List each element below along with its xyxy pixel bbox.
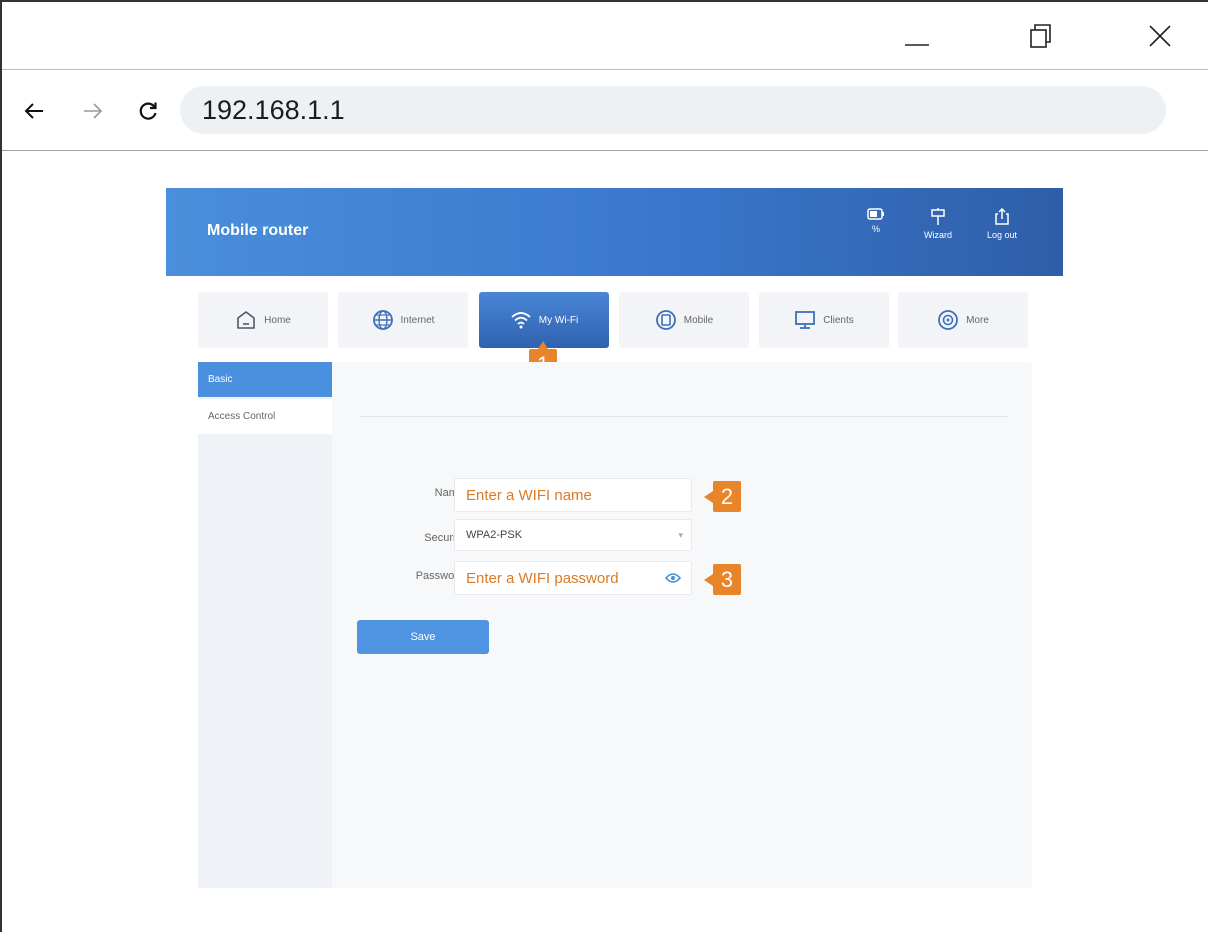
wifi-name-input[interactable]: Enter a WIFI name	[454, 478, 692, 512]
tab-more[interactable]: More	[898, 292, 1028, 348]
wizard-button[interactable]: Wizard	[916, 208, 960, 240]
password-placeholder: Enter a WIFI password	[466, 569, 619, 587]
more-icon	[938, 310, 958, 330]
browser-window: 192.168.1.1 Mobile router % Wizard Log o…	[0, 0, 1208, 932]
wizard-label: Wizard	[923, 230, 952, 240]
tab-home[interactable]: Home	[198, 292, 328, 348]
security-select[interactable]: WPA2-PSK ▾	[454, 519, 692, 551]
wizard-icon	[931, 208, 945, 225]
main-tabs: Home Internet My Wi-Fi Mobile Clients Mo…	[198, 292, 1032, 348]
callout-step-3: 3	[704, 564, 741, 595]
close-icon[interactable]	[1140, 16, 1180, 56]
mobile-icon	[655, 310, 676, 330]
globe-icon	[372, 310, 393, 330]
section-divider	[360, 416, 1008, 417]
callout-step-2: 2	[704, 481, 741, 512]
tab-more-label: More	[966, 314, 989, 326]
home-icon	[237, 311, 255, 329]
battery-status: %	[854, 208, 898, 234]
tab-clients[interactable]: Clients	[759, 292, 889, 348]
wifi-settings-panel: Name Enter a WIFI name Security WPA2-PSK…	[332, 362, 1032, 888]
sidebar-item-basic[interactable]: Basic	[198, 362, 332, 397]
monitor-icon	[795, 311, 816, 329]
tab-my-wifi[interactable]: My Wi-Fi	[479, 292, 609, 348]
logout-icon	[995, 208, 1009, 225]
address-bar[interactable]: 192.168.1.1	[180, 86, 1166, 134]
tab-clients-label: Clients	[823, 314, 854, 326]
chevron-down-icon: ▾	[678, 530, 683, 540]
tab-mobile[interactable]: Mobile	[619, 292, 749, 348]
maximize-icon[interactable]	[1021, 16, 1061, 56]
arrow-left-icon[interactable]	[16, 93, 52, 129]
title-bar	[2, 2, 1208, 70]
tab-mobile-label: Mobile	[683, 314, 714, 326]
battery-label: %	[871, 224, 880, 234]
reload-icon[interactable]	[130, 93, 166, 129]
security-value: WPA2-PSK	[466, 529, 523, 541]
tab-home-label: Home	[264, 314, 291, 326]
security-label: Security	[424, 532, 464, 544]
sidebar: Basic Access Control	[198, 362, 332, 888]
logout-button[interactable]: Log out	[980, 208, 1024, 240]
app-title: Mobile router	[207, 222, 309, 239]
logout-label: Log out	[986, 230, 1018, 240]
name-label: Name	[434, 487, 464, 499]
wifi-password-input[interactable]: Enter a WIFI password	[454, 561, 692, 595]
browser-nav-bar: 192.168.1.1	[2, 71, 1208, 151]
battery-icon	[867, 208, 884, 220]
tab-internet-label: Internet	[400, 314, 435, 326]
minimize-icon[interactable]	[897, 16, 937, 56]
wifi-icon	[511, 312, 531, 329]
sidebar-item-access-control[interactable]: Access Control	[198, 399, 332, 434]
arrow-right-icon[interactable]	[75, 93, 111, 129]
eye-icon[interactable]	[665, 572, 681, 584]
password-label: Password	[415, 570, 464, 582]
app-header: Mobile router % Wizard Log out	[166, 188, 1063, 276]
tab-internet[interactable]: Internet	[338, 292, 468, 348]
tab-my-wifi-label: My Wi-Fi	[538, 314, 579, 326]
save-button[interactable]: Save	[357, 620, 489, 654]
